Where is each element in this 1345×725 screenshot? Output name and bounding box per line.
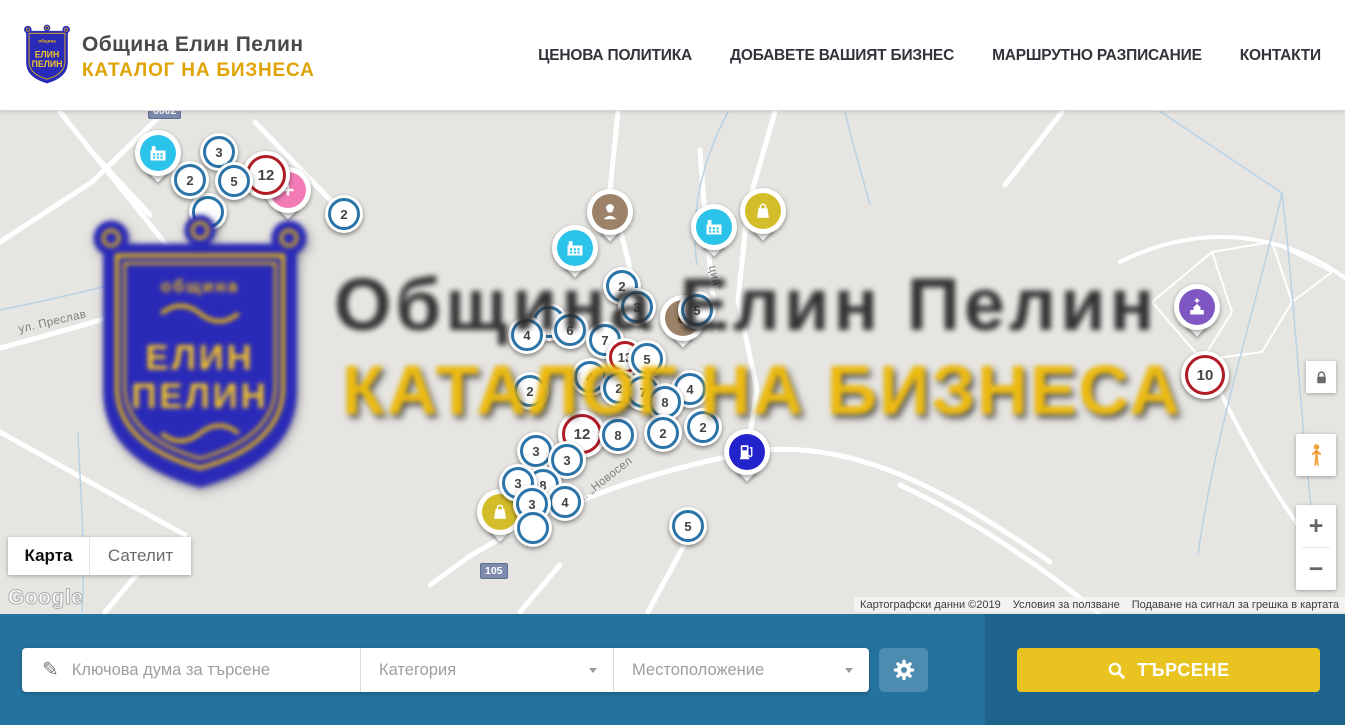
cluster-marker[interactable]: 5 <box>678 291 716 329</box>
cluster-count: 4 <box>686 382 693 397</box>
cluster-count: 5 <box>684 519 691 534</box>
cluster-marker[interactable]: 2 <box>644 414 682 452</box>
zoom-control: + − <box>1296 505 1336 590</box>
nav-item-pricing[interactable]: ЦЕНОВА ПОЛИТИКА <box>538 47 692 65</box>
cluster-marker[interactable]: 5 <box>215 162 253 200</box>
page: ул. Преславбул. „Новоселций“6002105 3122… <box>0 0 1345 725</box>
cluster-count: 2 <box>659 426 666 441</box>
attribution-terms-link[interactable]: Условия за ползване <box>1007 599 1126 611</box>
map-attribution: Картографски данни ©2019 Условия за полз… <box>854 597 1345 612</box>
municipality-logo[interactable]: община ЕЛИН ПЕЛИН <box>22 23 72 87</box>
pin-building-marker[interactable] <box>691 204 737 264</box>
cluster-marker[interactable]: 2 <box>684 408 722 446</box>
keyword-search-input[interactable] <box>72 661 327 680</box>
map-type-control: Карта Сателит <box>8 537 191 575</box>
cluster-count: 8 <box>614 428 621 443</box>
pegman-button[interactable] <box>1296 434 1336 476</box>
cluster-marker[interactable]: 10 <box>1181 351 1229 399</box>
map-type-map-button[interactable]: Карта <box>8 537 90 575</box>
cluster-count: 2 <box>699 420 706 435</box>
nav-item-route-schedule[interactable]: МАРШРУТНО РАЗПИСАНИЕ <box>992 47 1202 65</box>
search-submit-button[interactable]: ТЪРСЕНЕ <box>1017 648 1320 692</box>
chevron-down-icon <box>845 668 853 673</box>
pin-fuel-marker[interactable] <box>724 429 770 489</box>
cluster-marker[interactable]: 2 <box>325 195 363 233</box>
building-icon <box>140 135 176 171</box>
location-dropdown-label: Местоположение <box>632 661 764 680</box>
cluster-marker[interactable]: 3 <box>618 288 656 326</box>
cluster-count: 8 <box>661 395 668 410</box>
cluster-count: 12 <box>574 426 591 443</box>
category-dropdown[interactable]: Категория <box>361 661 613 680</box>
fuel-icon <box>729 434 765 470</box>
pin-building-marker[interactable] <box>135 130 181 190</box>
logo-name-line2: ПЕЛИН <box>32 59 63 69</box>
google-logo[interactable]: Google <box>8 586 83 610</box>
cluster-marker[interactable] <box>189 193 227 231</box>
map-type-satellite-button[interactable]: Сателит <box>90 537 191 575</box>
pin-bag-marker[interactable] <box>740 188 786 248</box>
cluster-count: 6 <box>566 323 573 338</box>
advanced-search-button[interactable] <box>879 648 928 692</box>
cluster-marker[interactable]: 4 <box>546 483 584 521</box>
cluster-count: 5 <box>643 352 650 367</box>
worker-icon <box>592 194 628 230</box>
road-badge: 105 <box>480 563 508 579</box>
pin-church-marker[interactable] <box>1174 284 1220 344</box>
pegman-icon <box>1308 443 1325 467</box>
cluster-marker[interactable]: 4 <box>508 316 546 354</box>
nav-item-add-business[interactable]: ДОБАВЕТЕ ВАШИЯТ БИЗНЕС <box>730 47 954 65</box>
cluster-count: 2 <box>526 384 533 399</box>
chevron-down-icon <box>589 668 597 673</box>
search-icon <box>1107 661 1126 680</box>
header: община ЕЛИН ПЕЛИН Община Елин Пелин КАТА… <box>0 0 1345 111</box>
main-nav: ЦЕНОВА ПОЛИТИКА ДОБАВЕТЕ ВАШИЯТ БИЗНЕС М… <box>538 0 1321 111</box>
cluster-count: 3 <box>532 444 539 459</box>
cluster-count: 7 <box>601 333 608 348</box>
keyword-section: ✎ <box>22 660 360 680</box>
pin-worker-marker[interactable] <box>587 189 633 249</box>
cluster-count: 5 <box>230 174 237 189</box>
bag-icon <box>745 193 781 229</box>
cluster-marker[interactable]: 6 <box>551 311 589 349</box>
search-fields: ✎ Категория Местоположение <box>22 648 869 692</box>
category-dropdown-label: Категория <box>379 661 456 680</box>
search-button-label: ТЪРСЕНЕ <box>1137 660 1229 681</box>
cluster-count: 2 <box>615 381 622 396</box>
logo-name-line1: ЕЛИН <box>35 50 60 60</box>
cluster-marker[interactable]: 5 <box>628 340 666 378</box>
church-icon <box>1179 289 1215 325</box>
scroll-lock-button[interactable] <box>1306 361 1336 393</box>
site-title: Община Елин Пелин <box>82 33 315 57</box>
cluster-count: 3 <box>633 300 640 315</box>
building-icon <box>696 209 732 245</box>
cluster-count: 3 <box>215 145 222 160</box>
logo-top-word: община <box>38 38 56 44</box>
cluster-count: 12 <box>258 167 275 184</box>
cluster-marker[interactable]: 5 <box>669 507 707 545</box>
cluster-count: 4 <box>586 370 593 385</box>
cluster-count: 2 <box>340 207 347 222</box>
cluster-marker[interactable] <box>514 509 552 547</box>
site-subtitle: КАТАЛОГ НА БИЗНЕСА <box>82 60 315 82</box>
search-bar: ✎ Категория Местоположение <box>0 614 1345 725</box>
cluster-count: 5 <box>693 303 700 318</box>
cluster-marker[interactable]: 8 <box>599 416 637 454</box>
pencil-icon: ✎ <box>42 660 59 680</box>
lock-icon <box>1314 370 1329 385</box>
zoom-in-button[interactable]: + <box>1296 505 1336 547</box>
nav-item-contacts[interactable]: КОНТАКТИ <box>1240 47 1321 65</box>
cluster-count: 2 <box>186 173 193 188</box>
gear-icon <box>892 658 916 682</box>
cluster-marker[interactable]: 2 <box>511 372 549 410</box>
cluster-count: 4 <box>523 328 530 343</box>
cluster-count: 4 <box>561 495 568 510</box>
cluster-count: 10 <box>1197 367 1214 384</box>
attribution-report-link[interactable]: Подаване на сигнал за грешка в картата <box>1126 599 1345 611</box>
site-brand[interactable]: Община Елин Пелин КАТАЛОГ НА БИЗНЕСА <box>82 33 315 82</box>
location-dropdown[interactable]: Местоположение <box>614 661 869 680</box>
cluster-count: 3 <box>563 453 570 468</box>
zoom-out-button[interactable]: − <box>1296 548 1336 590</box>
attribution-copyright: Картографски данни ©2019 <box>854 599 1007 611</box>
